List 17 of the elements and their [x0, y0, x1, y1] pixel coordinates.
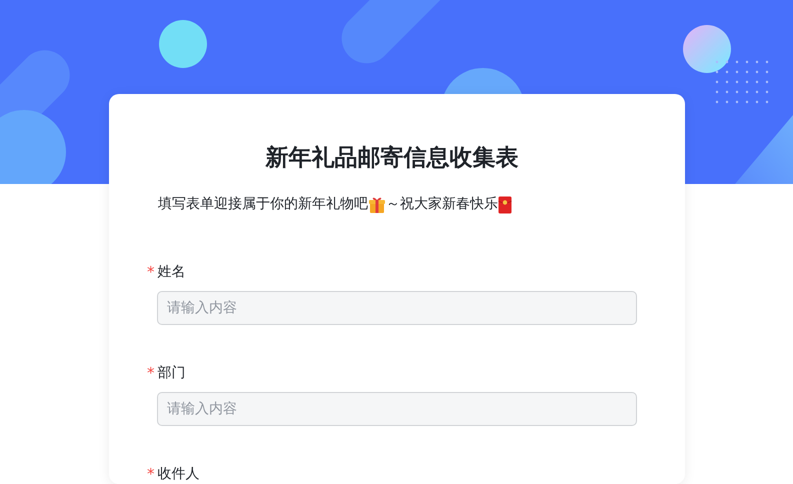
circle-shape — [159, 20, 207, 68]
form-title: 新年礼品邮寄信息收集表 — [264, 144, 520, 173]
intro-text: ～祝大家新春快乐 — [386, 195, 498, 214]
field-label: 收件人 — [158, 465, 200, 484]
envelope-icon — [498, 196, 512, 214]
required-mark: * — [147, 363, 154, 384]
field-label: 姓名 — [158, 263, 186, 282]
intro-text: 填写表单迎接属于你的新年礼物吧 — [158, 195, 368, 214]
circle-shape — [683, 25, 731, 73]
required-mark: * — [147, 262, 154, 283]
required-mark: * — [147, 464, 154, 484]
gift-icon — [368, 196, 386, 214]
dot-grid-drawing — [716, 60, 768, 104]
triangle-shape — [735, 115, 793, 184]
field-label: 部门 — [158, 364, 186, 383]
input-field[interactable]: 请输入内容 — [157, 392, 637, 426]
input-field[interactable]: 请输入内容 — [157, 291, 637, 325]
